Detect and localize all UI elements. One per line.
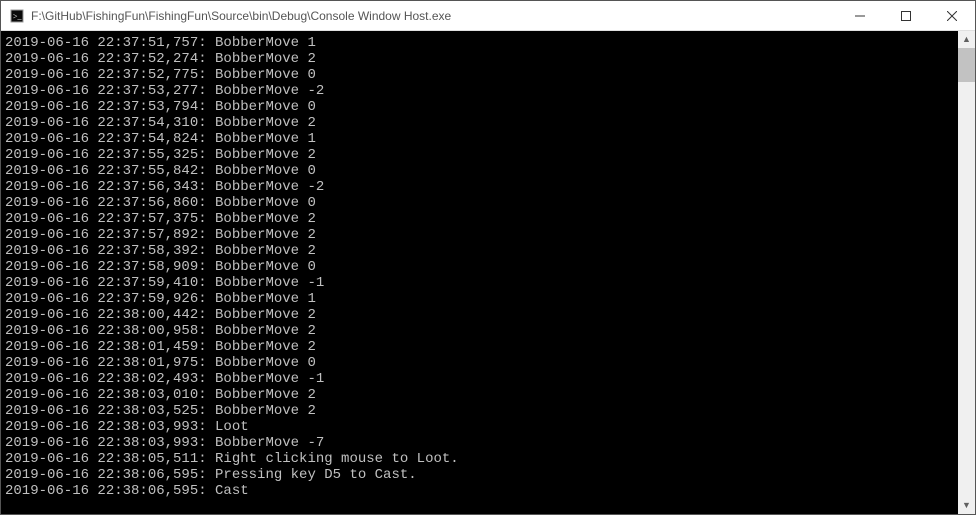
minimize-button[interactable] [837,1,883,30]
log-line: 2019-06-16 22:37:57,892: BobberMove 2 [5,227,958,243]
log-line: 2019-06-16 22:37:59,926: BobberMove 1 [5,291,958,307]
log-line: 2019-06-16 22:37:52,775: BobberMove 0 [5,67,958,83]
log-line: 2019-06-16 22:37:58,909: BobberMove 0 [5,259,958,275]
scroll-thumb[interactable] [958,48,975,82]
log-line: 2019-06-16 22:38:00,442: BobberMove 2 [5,307,958,323]
log-line: 2019-06-16 22:37:55,325: BobberMove 2 [5,147,958,163]
log-line: 2019-06-16 22:38:00,958: BobberMove 2 [5,323,958,339]
scroll-up-button[interactable]: ▲ [958,31,975,48]
log-line: 2019-06-16 22:38:03,525: BobberMove 2 [5,403,958,419]
log-line: 2019-06-16 22:38:02,493: BobberMove -1 [5,371,958,387]
log-line: 2019-06-16 22:37:52,274: BobberMove 2 [5,51,958,67]
log-line: 2019-06-16 22:37:53,277: BobberMove -2 [5,83,958,99]
log-line: 2019-06-16 22:37:59,410: BobberMove -1 [5,275,958,291]
log-line: 2019-06-16 22:37:51,757: BobberMove 1 [5,35,958,51]
log-line: 2019-06-16 22:37:56,343: BobberMove -2 [5,179,958,195]
log-line: 2019-06-16 22:37:58,392: BobberMove 2 [5,243,958,259]
window-title: F:\GitHub\FishingFun\FishingFun\Source\b… [31,9,837,23]
app-icon: >_ [9,8,25,24]
console-output[interactable]: 2019-06-16 22:37:51,757: BobberMove 1201… [1,31,958,514]
titlebar[interactable]: >_ F:\GitHub\FishingFun\FishingFun\Sourc… [1,1,975,31]
log-line: 2019-06-16 22:38:01,459: BobberMove 2 [5,339,958,355]
log-line: 2019-06-16 22:38:03,010: BobberMove 2 [5,387,958,403]
log-line: 2019-06-16 22:38:06,595: Cast [5,483,958,499]
log-line: 2019-06-16 22:38:03,993: BobberMove -7 [5,435,958,451]
log-line: 2019-06-16 22:38:01,975: BobberMove 0 [5,355,958,371]
close-button[interactable] [929,1,975,30]
log-line: 2019-06-16 22:37:53,794: BobberMove 0 [5,99,958,115]
log-line: 2019-06-16 22:38:06,595: Pressing key D5… [5,467,958,483]
log-line: 2019-06-16 22:38:03,993: Loot [5,419,958,435]
window-controls [837,1,975,30]
vertical-scrollbar[interactable]: ▲ ▼ [958,31,975,514]
log-line: 2019-06-16 22:37:55,842: BobberMove 0 [5,163,958,179]
log-line: 2019-06-16 22:37:56,860: BobberMove 0 [5,195,958,211]
log-line: 2019-06-16 22:37:57,375: BobberMove 2 [5,211,958,227]
log-line: 2019-06-16 22:37:54,310: BobberMove 2 [5,115,958,131]
console-pane: 2019-06-16 22:37:51,757: BobberMove 1201… [1,31,975,514]
log-line: 2019-06-16 22:38:05,511: Right clicking … [5,451,958,467]
scroll-down-button[interactable]: ▼ [958,497,975,514]
svg-text:>_: >_ [13,12,23,21]
maximize-button[interactable] [883,1,929,30]
log-line: 2019-06-16 22:37:54,824: BobberMove 1 [5,131,958,147]
